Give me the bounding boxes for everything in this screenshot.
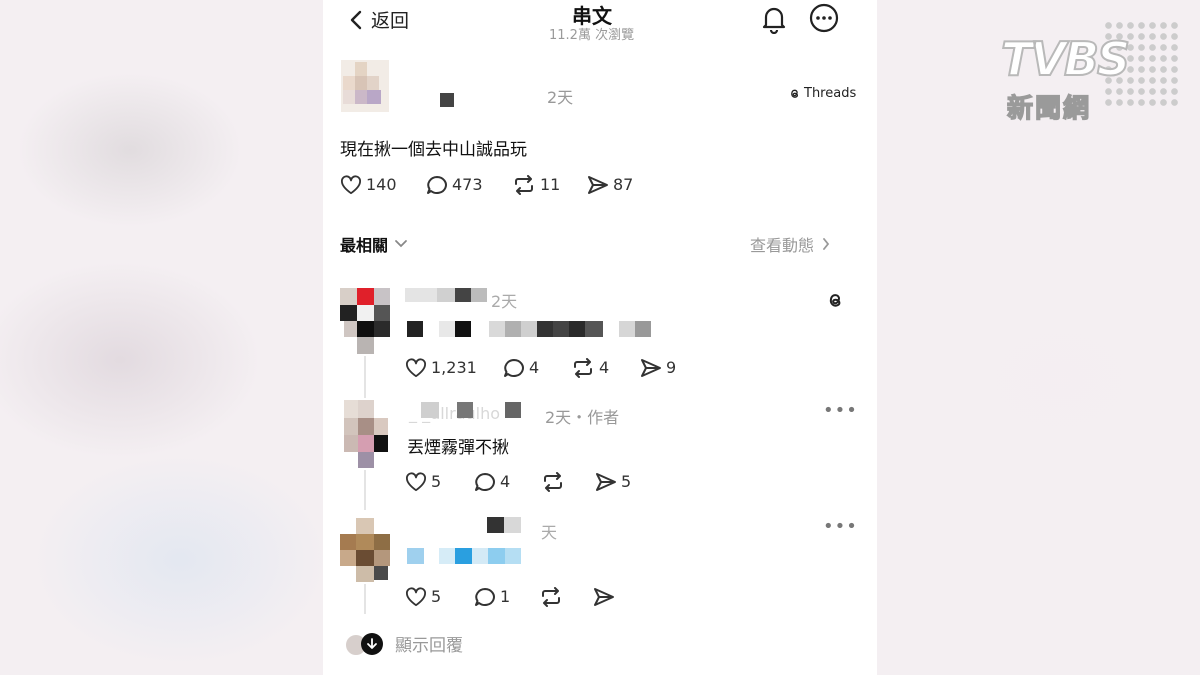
username-redacted[interactable] bbox=[440, 93, 454, 107]
share-button[interactable]: 5 bbox=[595, 472, 631, 492]
comment-icon bbox=[503, 358, 525, 378]
comment-button[interactable]: 473 bbox=[426, 175, 483, 195]
username-redacted[interactable] bbox=[405, 288, 505, 302]
reply-text-redacted bbox=[407, 321, 657, 337]
back-button[interactable]: 返回 bbox=[349, 6, 409, 33]
avatar[interactable] bbox=[340, 400, 390, 468]
reply-text-redacted bbox=[407, 548, 547, 564]
avatar[interactable] bbox=[340, 288, 390, 354]
share-icon bbox=[593, 587, 615, 607]
like-count: 5 bbox=[431, 587, 442, 606]
share-count: 5 bbox=[621, 472, 632, 491]
like-button[interactable]: 5 bbox=[405, 587, 441, 607]
chevron-down-icon bbox=[394, 239, 408, 249]
reply-time: 2天・作者 bbox=[545, 408, 620, 427]
username-redacted[interactable] bbox=[487, 517, 521, 533]
like-button[interactable]: 1,231 bbox=[405, 358, 477, 378]
avatar-stack bbox=[345, 632, 385, 656]
bell-icon[interactable] bbox=[761, 4, 787, 34]
like-button[interactable]: 5 bbox=[405, 472, 441, 492]
more-icon[interactable]: ••• bbox=[823, 516, 858, 537]
share-icon bbox=[595, 472, 617, 492]
reply-time: 2天 bbox=[491, 292, 518, 311]
show-replies-button[interactable]: 顯示回覆 bbox=[345, 631, 463, 656]
show-replies-label: 顯示回覆 bbox=[395, 636, 463, 656]
repost-icon bbox=[541, 472, 565, 492]
repost-count: 11 bbox=[540, 175, 561, 194]
like-count: 5 bbox=[431, 472, 442, 491]
comment-count: 4 bbox=[529, 358, 540, 377]
threads-icon[interactable] bbox=[825, 290, 845, 310]
threads-label: Threads bbox=[804, 86, 857, 101]
thread-connector bbox=[364, 470, 366, 510]
view-activity-link[interactable]: 查看動態 bbox=[750, 232, 830, 256]
reply-text: 丟煙霧彈不揪 bbox=[407, 438, 509, 458]
share-icon bbox=[587, 175, 609, 195]
heart-icon bbox=[405, 358, 427, 378]
thread-connector bbox=[364, 356, 366, 398]
repost-icon bbox=[571, 358, 595, 378]
comment-button[interactable]: 4 bbox=[474, 472, 510, 492]
repost-button[interactable]: 4 bbox=[571, 358, 609, 378]
comment-button[interactable]: 4 bbox=[503, 358, 539, 378]
share-button[interactable] bbox=[593, 587, 615, 607]
arrow-down-icon bbox=[361, 632, 383, 655]
share-button[interactable]: 9 bbox=[640, 358, 676, 378]
view-activity-label: 查看動態 bbox=[750, 236, 815, 255]
heart-icon bbox=[405, 472, 427, 492]
username-redacted bbox=[421, 402, 531, 418]
share-button[interactable]: 87 bbox=[587, 175, 633, 195]
more-icon[interactable] bbox=[809, 3, 839, 33]
view-count: 11.2萬 次瀏覽 bbox=[549, 28, 635, 43]
heart-icon bbox=[405, 587, 427, 607]
repost-button[interactable] bbox=[539, 587, 563, 607]
comment-count: 473 bbox=[452, 175, 483, 194]
comment-count: 4 bbox=[500, 472, 511, 491]
comment-icon bbox=[474, 587, 496, 607]
chevron-left-icon bbox=[349, 9, 363, 31]
repost-icon bbox=[512, 175, 536, 195]
logo-brand: TVBS bbox=[1000, 31, 1131, 87]
chevron-right-icon bbox=[822, 238, 830, 250]
share-count: 9 bbox=[666, 358, 677, 377]
back-label: 返回 bbox=[371, 10, 410, 32]
logo-subtitle: 新聞網 bbox=[1006, 93, 1092, 124]
comment-icon bbox=[474, 472, 496, 492]
tvbs-news-logo: TVBS 新聞網 bbox=[993, 18, 1183, 128]
sort-dropdown[interactable]: 最相關 bbox=[340, 232, 408, 256]
avatar[interactable] bbox=[340, 518, 390, 582]
more-icon[interactable]: ••• bbox=[823, 400, 858, 421]
sort-label: 最相關 bbox=[340, 236, 389, 255]
repost-button[interactable]: 11 bbox=[512, 175, 560, 195]
threads-icon bbox=[788, 87, 801, 100]
repost-count: 4 bbox=[599, 358, 610, 377]
threads-badge[interactable]: Threads bbox=[788, 86, 856, 101]
like-count: 140 bbox=[366, 175, 397, 194]
comment-icon bbox=[426, 175, 448, 195]
post-time: 2天 bbox=[547, 88, 574, 107]
avatar[interactable] bbox=[341, 60, 389, 112]
comment-button[interactable]: 1 bbox=[474, 587, 510, 607]
repost-icon bbox=[539, 587, 563, 607]
share-count: 87 bbox=[613, 175, 634, 194]
reply-time: 天 bbox=[541, 523, 558, 542]
like-button[interactable]: 140 bbox=[340, 175, 397, 195]
repost-button[interactable] bbox=[541, 472, 565, 492]
post-text: 現在揪一個去中山誠品玩 bbox=[340, 140, 527, 160]
heart-icon bbox=[340, 175, 362, 195]
threads-post-screen: 返回 串文 11.2萬 次瀏覽 2天 Threads 現在揪一個去中山誠品玩 1… bbox=[323, 0, 877, 675]
like-count: 1,231 bbox=[431, 358, 477, 377]
share-icon bbox=[640, 358, 662, 378]
comment-count: 1 bbox=[500, 587, 511, 606]
thread-connector bbox=[364, 584, 366, 614]
